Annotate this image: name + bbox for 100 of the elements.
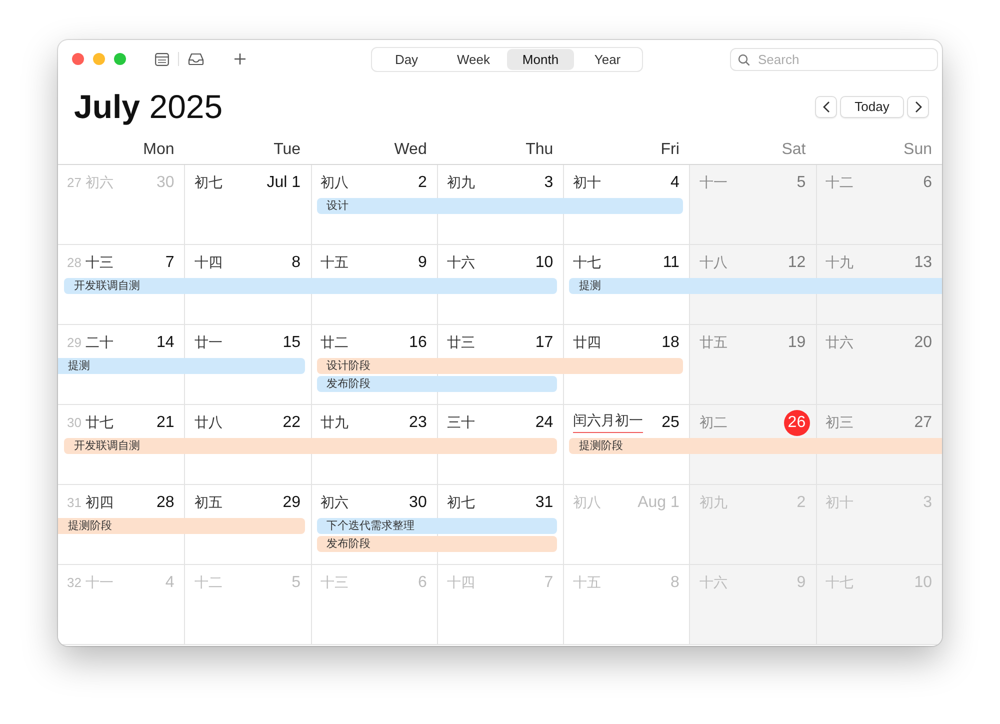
lunar-date: 十五 xyxy=(573,574,602,592)
next-button[interactable] xyxy=(907,96,929,118)
day-number: 29 xyxy=(282,494,301,512)
day-number: 22 xyxy=(282,414,301,432)
weekday-label: Wed xyxy=(394,140,427,158)
event-bar[interactable]: 提测阶段 xyxy=(58,518,305,534)
lunar-date: 十二 xyxy=(194,574,222,592)
lunar-date: 十三 xyxy=(85,254,114,272)
lunar-date: 初四 xyxy=(85,494,114,512)
day-number: 24 xyxy=(535,414,554,432)
week-number: 32 xyxy=(67,575,82,590)
day-number: 5 xyxy=(292,574,301,592)
day-number: 2 xyxy=(418,174,427,192)
lunar-date: 初七 xyxy=(446,494,475,512)
lunar-date: 三十 xyxy=(446,414,475,432)
event-bar[interactable]: 设计 xyxy=(316,198,684,214)
day-number: Aug 1 xyxy=(638,494,680,512)
today-button[interactable]: Today xyxy=(840,96,904,118)
close-button[interactable] xyxy=(72,53,84,65)
weekday-label: Thu xyxy=(526,140,554,158)
day-number: 4 xyxy=(165,574,174,592)
day-number: 19 xyxy=(788,334,806,352)
event-bar[interactable]: 提测 xyxy=(58,358,305,374)
day-number: 3 xyxy=(923,494,932,512)
lunar-date: 初五 xyxy=(194,494,222,512)
lunar-date: 十四 xyxy=(194,254,222,272)
lunar-date: 廿九 xyxy=(320,414,349,432)
day-number: 6 xyxy=(923,174,932,192)
day-number: 12 xyxy=(788,254,806,272)
lunar-date: 十七 xyxy=(826,574,854,592)
lunar-date: 十九 xyxy=(826,254,854,272)
lunar-date: 廿四 xyxy=(573,334,602,352)
lunar-date: 初三 xyxy=(826,414,854,432)
day-number: 9 xyxy=(796,574,806,592)
event-bar[interactable]: 提测 xyxy=(569,278,942,294)
lunar-date: 廿一 xyxy=(194,334,222,352)
weekday-label: Mon xyxy=(143,140,174,158)
day-number: 10 xyxy=(535,254,554,272)
day-number: 25 xyxy=(662,414,680,432)
event-bar[interactable]: 设计阶段 xyxy=(316,358,684,374)
day-number: 5 xyxy=(796,174,806,192)
day-number: 11 xyxy=(662,254,680,272)
week-number: 27 xyxy=(67,175,82,190)
weekday-label: Sat xyxy=(782,140,806,158)
month-title: July 2025 xyxy=(74,88,223,126)
day-number: 27 xyxy=(914,414,932,432)
inbox-icon[interactable] xyxy=(188,53,204,65)
day-number: 30 xyxy=(409,494,427,512)
lunar-date: 初七 xyxy=(194,174,222,192)
lunar-date: 十一 xyxy=(699,174,728,192)
day-number: Jul 1 xyxy=(266,174,301,192)
day-number: 7 xyxy=(165,254,174,272)
day-number: 10 xyxy=(914,574,932,592)
lunar-date: 十五 xyxy=(320,254,349,272)
lunar-date: 初九 xyxy=(699,494,728,512)
view-tab[interactable]: Year xyxy=(574,48,641,70)
lunar-date: 初六 xyxy=(320,494,349,512)
lunar-date: 十三 xyxy=(320,574,349,592)
week-number: 29 xyxy=(67,335,82,350)
lunar-date: 廿五 xyxy=(699,334,728,352)
event-bar[interactable]: 开发联调自测 xyxy=(64,438,558,454)
event-bar[interactable]: 开发联调自测 xyxy=(64,278,558,294)
lunar-date: 十六 xyxy=(699,574,728,592)
lunar-date: 十六 xyxy=(446,254,475,272)
calendar-list-icon[interactable] xyxy=(155,52,169,66)
previous-button[interactable] xyxy=(815,96,837,118)
lunar-date: 廿六 xyxy=(826,334,854,352)
day-number: 13 xyxy=(914,254,932,272)
day-number: 8 xyxy=(670,574,680,592)
day-number: 20 xyxy=(914,334,932,352)
lunar-date: 十四 xyxy=(446,574,475,592)
week-number: 31 xyxy=(67,495,82,510)
view-tab[interactable]: Day xyxy=(373,48,440,70)
lunar-date: 十七 xyxy=(573,254,602,272)
day-number: 17 xyxy=(535,334,554,352)
view-tab[interactable]: Month xyxy=(507,48,574,70)
weekday-label: Sun xyxy=(904,140,932,158)
add-icon[interactable] xyxy=(234,53,246,65)
event-bar[interactable]: 下个迭代需求整理 xyxy=(316,518,558,534)
day-number: 7 xyxy=(544,574,554,592)
week-number: 30 xyxy=(67,415,82,430)
event-bar[interactable]: 提测阶段 xyxy=(569,438,942,454)
day-number: 6 xyxy=(418,574,427,592)
view-tab[interactable]: Week xyxy=(440,48,507,70)
lunar-date: 闰六月初一 xyxy=(573,412,644,433)
day-number: 2 xyxy=(796,494,806,512)
weekday-label: Fri xyxy=(660,140,680,158)
event-bar[interactable]: 发布阶段 xyxy=(316,376,558,392)
week-number: 28 xyxy=(67,255,82,270)
day-number: 8 xyxy=(292,254,301,272)
lunar-date: 初十 xyxy=(573,174,602,192)
lunar-date: 廿七 xyxy=(85,414,114,432)
lunar-date: 廿八 xyxy=(194,414,222,432)
chevron-left-icon xyxy=(822,100,830,112)
event-bar[interactable]: 发布阶段 xyxy=(316,536,558,552)
search-icon xyxy=(738,54,750,66)
search-field[interactable]: Search xyxy=(730,48,938,70)
lunar-date: 初二 xyxy=(699,414,728,432)
lunar-date: 廿二 xyxy=(320,334,349,352)
day-number: 15 xyxy=(282,334,301,352)
